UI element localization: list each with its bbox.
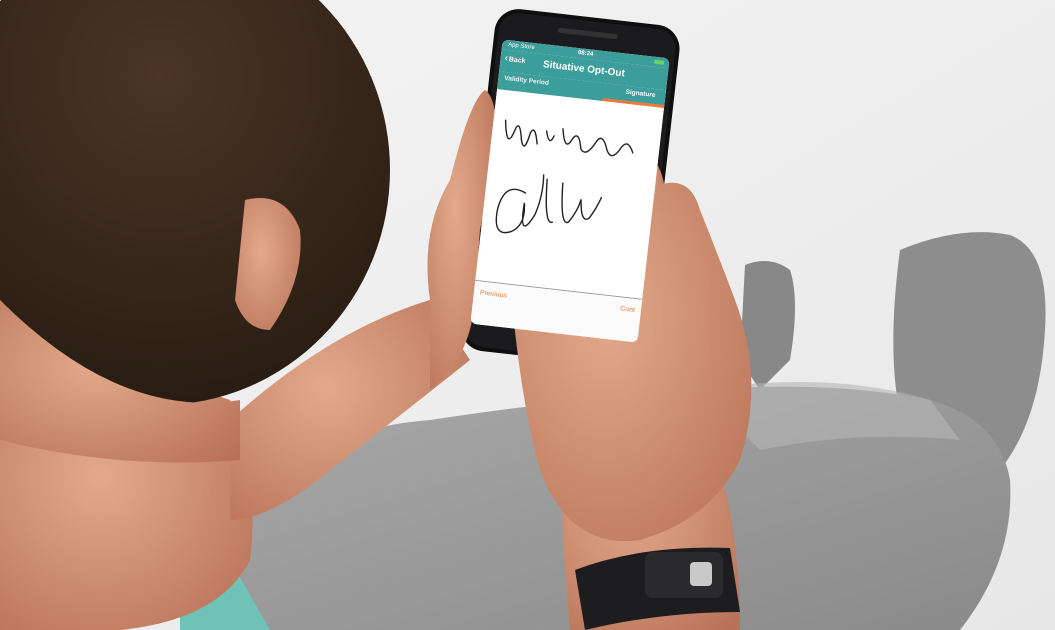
signature-pad[interactable] (474, 89, 664, 303)
tab-signature[interactable]: Signature (625, 89, 656, 99)
phone-screen: App Store 08:24 ‹ Back Situative Opt-Out… (470, 39, 670, 343)
continue-button[interactable]: Cont (620, 305, 635, 314)
signature-drawing (495, 119, 634, 234)
previous-button[interactable]: Previous (479, 289, 507, 299)
photo-scene: App Store 08:24 ‹ Back Situative Opt-Out… (0, 0, 1055, 630)
tab-validity-period[interactable]: Validity Period (504, 75, 549, 87)
